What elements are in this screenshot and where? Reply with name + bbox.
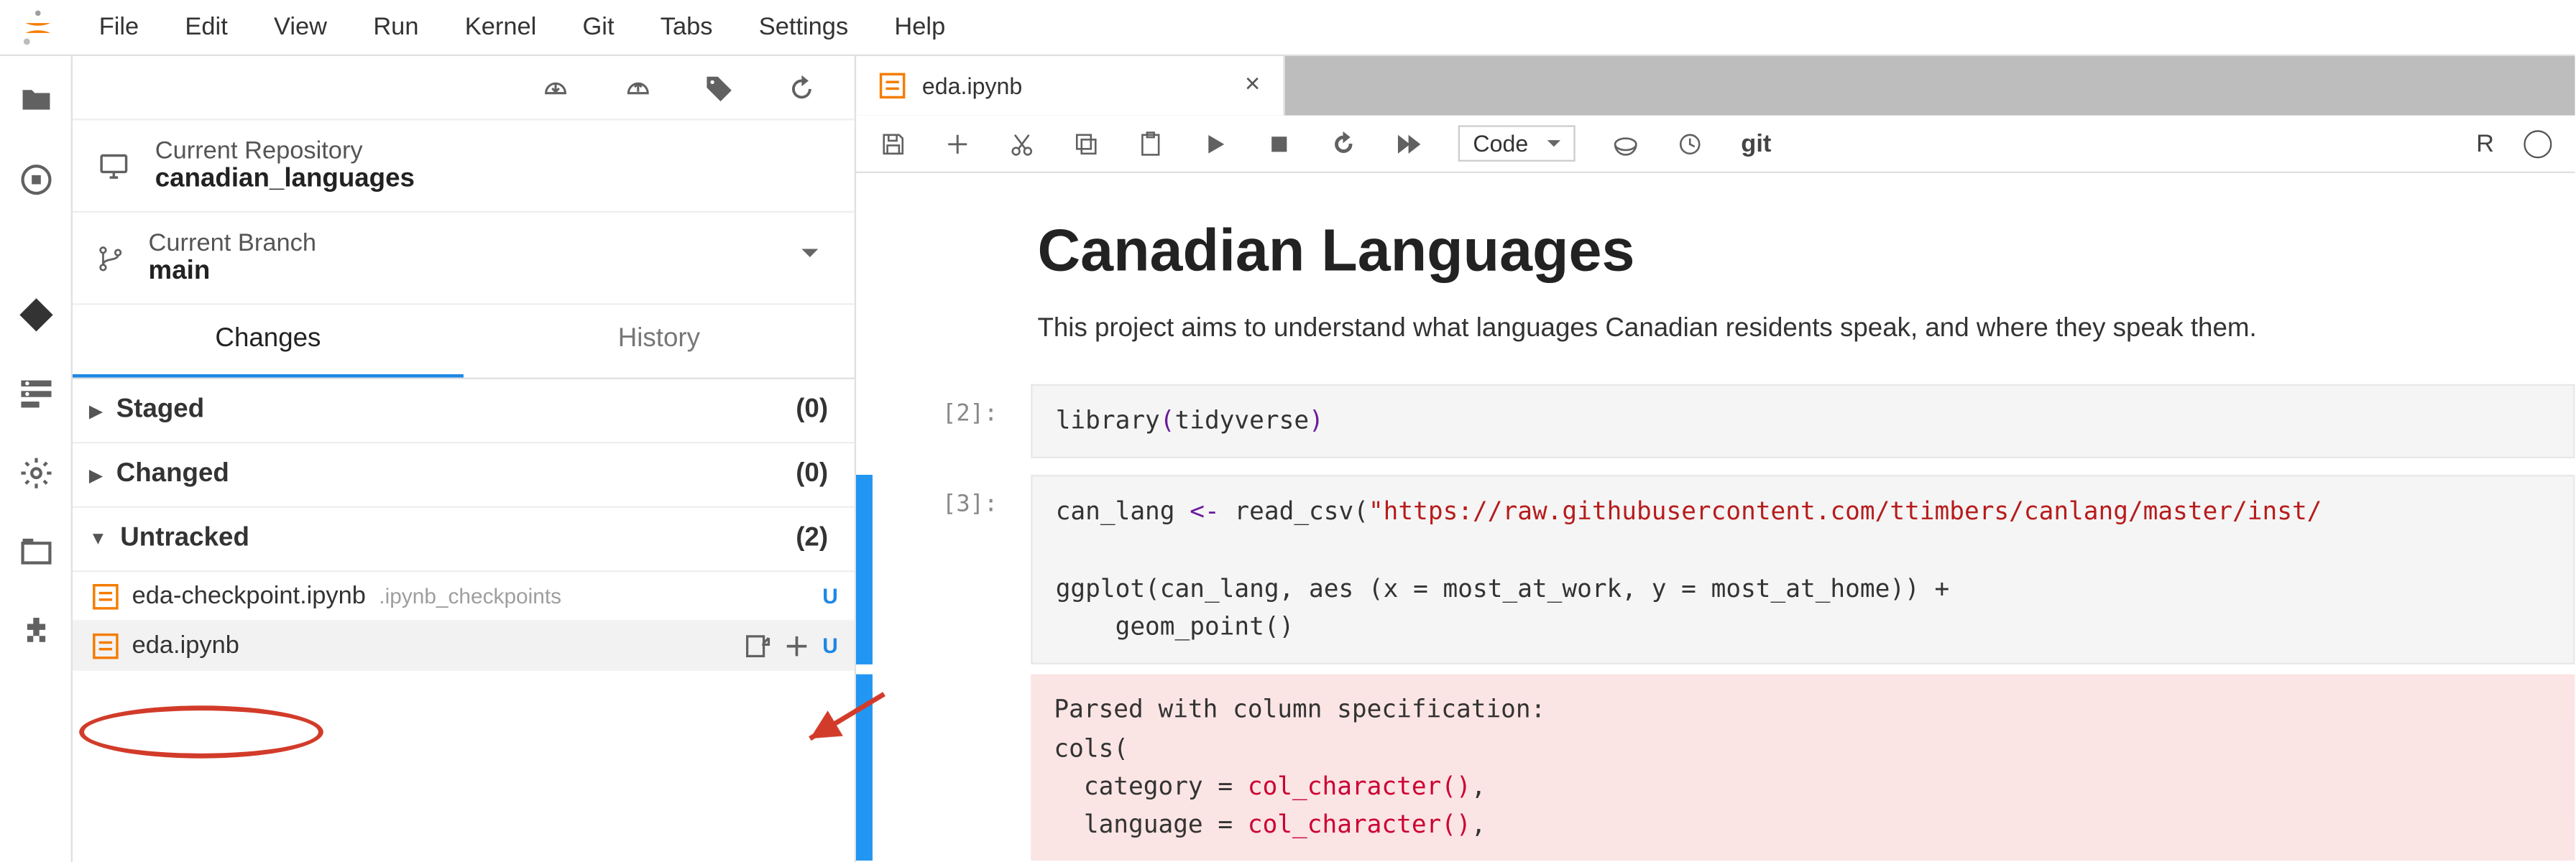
git-tabs: Changes History: [73, 305, 855, 379]
section-changed[interactable]: ▶ Changed (0): [73, 443, 855, 508]
editor-tab[interactable]: eda.ipynb ×: [856, 56, 1285, 116]
notebook-body[interactable]: Canadian Languages This project aims to …: [856, 173, 2575, 862]
caret-right-icon: ▶: [89, 464, 103, 486]
run-icon[interactable]: [1201, 129, 1229, 157]
cut-icon[interactable]: [1008, 129, 1036, 157]
staged-count: (0): [796, 396, 828, 425]
jupyter-logo: [17, 6, 60, 49]
cell-prompt: [3]:: [873, 476, 1021, 519]
cell-prompt: [2]:: [873, 384, 1021, 427]
menu-file[interactable]: File: [76, 4, 162, 52]
push-icon[interactable]: [620, 73, 653, 106]
section-staged[interactable]: ▶ Staged (0): [73, 379, 855, 444]
commands-icon[interactable]: [17, 376, 53, 412]
clock-icon[interactable]: [1677, 129, 1705, 157]
untracked-count: (2): [796, 524, 828, 554]
menu-git[interactable]: Git: [559, 4, 637, 52]
notebook-icon: [93, 632, 119, 659]
git-icon[interactable]: [17, 297, 53, 333]
fast-forward-icon[interactable]: [1394, 129, 1422, 157]
caret-down-icon: ▼: [89, 529, 107, 550]
status-badge: U: [822, 633, 838, 657]
pull-icon[interactable]: [538, 73, 571, 106]
main-area: eda.ipynb × Code git: [856, 56, 2575, 862]
cell-type-select[interactable]: Code: [1458, 125, 1576, 161]
tab-history[interactable]: History: [464, 305, 855, 378]
monitor-icon: [96, 149, 132, 182]
menu-kernel[interactable]: Kernel: [442, 4, 560, 52]
branch-label: Current Branch: [149, 229, 316, 257]
output-content: Parsed with column specification: cols( …: [1031, 675, 2575, 861]
output-cell: Parsed with column specification: cols( …: [856, 675, 2575, 861]
paste-icon[interactable]: [1136, 129, 1164, 157]
menu-settings[interactable]: Settings: [736, 4, 872, 52]
folder-icon[interactable]: [17, 83, 53, 119]
caret-right-icon: ▶: [89, 400, 103, 422]
voila-icon[interactable]: [1612, 129, 1640, 157]
branch-name: main: [149, 257, 316, 287]
branch-icon: [96, 241, 125, 274]
notebook-toolbar: Code git R: [856, 116, 2575, 173]
menu-help[interactable]: Help: [871, 4, 968, 52]
untracked-file-row[interactable]: eda.ipynb U: [73, 621, 855, 671]
add-icon[interactable]: [944, 129, 972, 157]
status-badge: U: [822, 583, 838, 608]
open-file-icon[interactable]: [743, 632, 770, 659]
menu-edit[interactable]: Edit: [162, 4, 251, 52]
repo-name: canadian_languages: [155, 165, 415, 195]
restart-icon[interactable]: [1330, 129, 1358, 157]
chevron-down-icon: [801, 249, 818, 266]
annotation-ellipse: [79, 705, 323, 758]
current-branch[interactable]: Current Branch main: [73, 213, 855, 305]
tab-changes[interactable]: Changes: [73, 305, 464, 378]
running-icon[interactable]: [17, 162, 53, 198]
git-side-panel: Current Repository canadian_languages Cu…: [73, 56, 856, 862]
activity-bar: [0, 56, 73, 862]
stage-plus-icon[interactable]: [783, 632, 809, 659]
code-content[interactable]: can_lang <- read_csv("https://raw.github…: [1031, 476, 2575, 665]
current-repository[interactable]: Current Repository canadian_languages: [73, 121, 855, 213]
stop-icon[interactable]: [1265, 129, 1293, 157]
repo-label: Current Repository: [155, 136, 415, 164]
code-cell[interactable]: [3]: can_lang <- read_csv("https://raw.g…: [856, 476, 2575, 665]
tabs-icon[interactable]: [17, 534, 53, 570]
notebook-intro: This project aims to understand what lan…: [1038, 315, 2509, 344]
file-name: eda.ipynb: [132, 631, 239, 659]
extensions-icon[interactable]: [17, 613, 53, 649]
refresh-icon[interactable]: [785, 73, 818, 106]
changed-count: (0): [796, 460, 828, 489]
file-name: eda-checkpoint.ipynb: [132, 582, 366, 610]
kernel-status-icon[interactable]: [2524, 129, 2552, 157]
section-untracked[interactable]: ▼ Untracked (2): [73, 508, 855, 573]
markdown-cell[interactable]: Canadian Languages This project aims to …: [856, 216, 2575, 345]
tag-icon[interactable]: [703, 73, 736, 106]
copy-icon[interactable]: [1072, 129, 1100, 157]
close-icon[interactable]: ×: [1245, 71, 1260, 101]
menu-view[interactable]: View: [251, 4, 350, 52]
menu-bar: File Edit View Run Kernel Git Tabs Setti…: [0, 0, 2575, 56]
menu-run[interactable]: Run: [350, 4, 441, 52]
kernel-name[interactable]: R: [2476, 129, 2494, 157]
code-cell[interactable]: [2]: library(tidyverse): [856, 384, 2575, 459]
notebook-title: Canadian Languages: [1038, 216, 2509, 285]
notebook-icon: [93, 583, 119, 609]
notebook-icon: [879, 73, 906, 99]
code-content[interactable]: library(tidyverse): [1031, 384, 2575, 459]
git-toolbar: [73, 56, 855, 121]
untracked-file-row[interactable]: eda-checkpoint.ipynb .ipynb_checkpoints …: [73, 572, 855, 621]
save-icon[interactable]: [879, 129, 907, 157]
settings-icon[interactable]: [17, 455, 53, 491]
editor-tab-bar: eda.ipynb ×: [856, 56, 2575, 116]
menu-tabs[interactable]: Tabs: [638, 4, 736, 52]
git-label[interactable]: git: [1741, 129, 1771, 157]
file-path: .ipynb_checkpoints: [379, 583, 561, 608]
tab-title: eda.ipynb: [922, 73, 1022, 99]
menu-items: File Edit View Run Kernel Git Tabs Setti…: [76, 4, 969, 52]
